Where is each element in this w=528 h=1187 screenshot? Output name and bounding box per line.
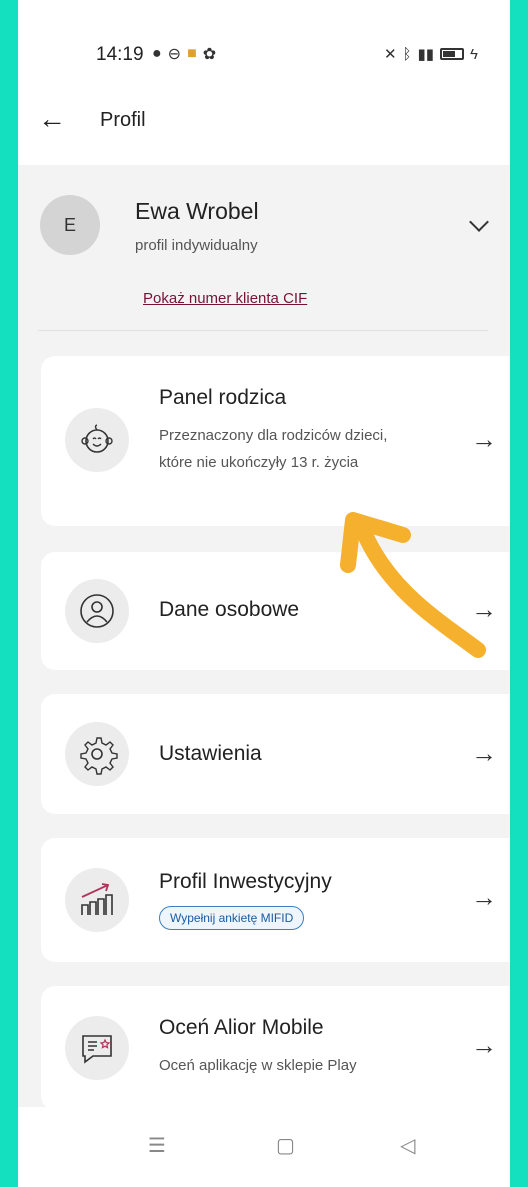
mute-icon: ✕	[383, 46, 397, 63]
arrow-right-icon: →	[471, 738, 497, 768]
user-name: Ewa Wrobel	[135, 198, 259, 224]
menu-icon[interactable]: ☰	[148, 1133, 166, 1158]
arrow-right-icon: →	[471, 424, 497, 454]
menu-item-title: Dane osobowe	[159, 598, 300, 621]
mifid-badge[interactable]: Wypełnij ankietę MIFID	[159, 906, 305, 930]
menu-item-dane-osobowe[interactable]: Dane osobowe →	[41, 552, 510, 670]
bluetooth-icon: ᛒ	[402, 45, 412, 63]
menu-item-ocen-alior-mobile[interactable]: Oceń Alior Mobile Oceń aplikację w sklep…	[41, 986, 510, 1110]
investment-chart-icon	[65, 868, 129, 932]
back-arrow-icon[interactable]: ←	[38, 103, 66, 135]
app-icon: ■	[187, 45, 197, 62]
arrow-right-icon: →	[471, 1030, 497, 1060]
menu-item-subtitle: Przeznaczony dla rodziców dzieci, które …	[159, 427, 388, 471]
battery-icon	[440, 48, 465, 60]
menu-item-title: Panel rodzica	[159, 386, 287, 409]
menu-item-title: Profil Inwestycyjny	[159, 870, 332, 893]
phone-screen: 14:19 ● ⊖ ■ ✿ ✕ ᛒ ▮▮ ϟ ← Profil E Ewa Wr…	[18, 0, 510, 1187]
menu-item-title: Ustawienia	[159, 742, 262, 765]
rating-message-icon	[65, 1016, 129, 1080]
link-icon: ⊖	[167, 46, 182, 63]
menu-item-ustawienia[interactable]: Ustawienia →	[41, 694, 510, 814]
gear-icon	[65, 722, 129, 786]
system-nav-bar: ☰ ▢ ◁	[18, 1107, 510, 1187]
menu-item-subtitle: Oceń aplikację w sklepie Play	[159, 1057, 357, 1074]
user-profile-section: E Ewa Wrobel profil indywidualny Pokaż n…	[18, 165, 510, 330]
back-icon[interactable]: ◁	[400, 1133, 415, 1158]
home-icon[interactable]: ▢	[276, 1133, 295, 1158]
person-icon	[65, 579, 129, 643]
menu-item-panel-rodzica[interactable]: Panel rodzica Przeznaczony dla rodziców …	[41, 356, 510, 526]
chevron-down-icon[interactable]	[469, 212, 489, 232]
baby-face-icon	[65, 408, 129, 472]
signal-icon: ▮▮	[417, 46, 435, 63]
page-title: Profil	[100, 109, 146, 131]
divider	[38, 330, 488, 331]
arrow-right-icon: →	[471, 882, 497, 912]
chat-icon: ●	[152, 45, 162, 62]
user-profile-type: profil indywidualny	[135, 237, 258, 254]
menu-item-profil-inwestycyjny[interactable]: Profil Inwestycyjny Wypełnij ankietę MIF…	[41, 838, 510, 962]
menu-item-title: Oceń Alior Mobile	[159, 1016, 324, 1039]
charging-icon: ϟ	[470, 45, 478, 63]
avatar: E	[40, 195, 100, 255]
settings-icon: ✿	[202, 46, 217, 63]
arrow-right-icon: →	[471, 594, 497, 624]
app-header: ← Profil	[18, 85, 510, 165]
show-cif-link[interactable]: Pokaż numer klienta CIF	[143, 290, 307, 307]
notification-icons: ● ⊖ ■ ✿	[152, 44, 216, 64]
status-time: 14:19	[96, 44, 144, 65]
system-icons: ✕ ᛒ ▮▮ ϟ	[383, 45, 478, 64]
